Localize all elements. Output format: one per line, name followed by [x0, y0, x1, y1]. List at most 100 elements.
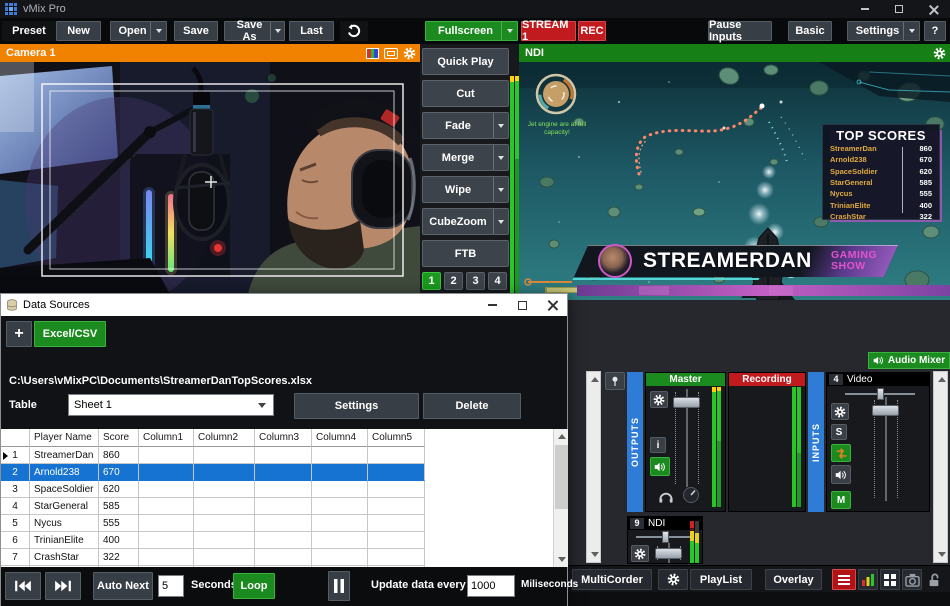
pause-inputs-button[interactable]: Pause Inputs	[708, 21, 772, 41]
input9-pan-slider[interactable]	[636, 531, 692, 543]
audio-mixer-tab[interactable]: Audio Mixer	[868, 352, 950, 369]
grid-cell[interactable]	[312, 464, 368, 481]
grid-cell[interactable]	[312, 515, 368, 532]
grid-row[interactable]: 3 SpaceSoldier 620	[1, 481, 568, 498]
input9-fader[interactable]	[652, 543, 686, 563]
grid-header-cell[interactable]: Column1	[139, 429, 194, 447]
layout-grid-button[interactable]	[880, 569, 900, 590]
grid-cell[interactable]: 620	[99, 481, 139, 498]
grid-cell[interactable]: StarGeneral	[30, 498, 99, 515]
pause-button[interactable]	[328, 571, 350, 601]
open-button[interactable]: Open	[110, 21, 167, 41]
help-button[interactable]: ?	[924, 21, 946, 41]
grid-cell[interactable]: StreamerDan	[30, 447, 99, 464]
cubezoom-dropdown[interactable]	[493, 209, 508, 234]
maximize-button[interactable]	[884, 0, 914, 18]
update-interval-input[interactable]	[467, 575, 515, 597]
input4-gear-button[interactable]	[831, 403, 849, 420]
color-bars-icon[interactable]	[366, 48, 379, 59]
input4-solo-button[interactable]: S	[831, 424, 847, 440]
new-button[interactable]: New	[56, 21, 101, 41]
grid-cell[interactable]	[139, 464, 194, 481]
transition-quickplay-button[interactable]: Quick Play	[422, 48, 509, 75]
close-button[interactable]	[918, 0, 948, 18]
headphones-icon[interactable]	[658, 489, 674, 504]
grid-cell[interactable]	[139, 498, 194, 515]
input4-fader[interactable]	[869, 397, 903, 501]
grid-cell[interactable]: 400	[99, 532, 139, 549]
grid-cell[interactable]	[368, 447, 425, 464]
master-fader-handle[interactable]	[673, 397, 700, 408]
input4-mute-button[interactable]: M	[831, 491, 851, 509]
scroll-up-icon[interactable]	[554, 429, 568, 444]
stream-button[interactable]: STREAM 1	[521, 21, 576, 41]
input9-fader-handle[interactable]	[655, 548, 682, 559]
scroll-up-icon[interactable]	[934, 372, 949, 387]
grid-row[interactable]: 6 TrinianElite 400	[1, 532, 568, 549]
grid-cell[interactable]	[139, 549, 194, 566]
grid-cell[interactable]	[368, 515, 425, 532]
grid-scrollbar[interactable]	[553, 429, 568, 567]
last-button[interactable]: Last	[289, 21, 334, 41]
open-dropdown[interactable]	[150, 22, 166, 40]
row-header-cell[interactable]: 1	[1, 447, 30, 464]
mixer-scrollbar-right[interactable]	[933, 371, 948, 563]
gain-knob[interactable]	[682, 486, 700, 504]
save-as-dropdown[interactable]	[270, 22, 284, 40]
grid-cell[interactable]	[312, 481, 368, 498]
skip-last-button[interactable]	[45, 572, 81, 600]
grid-header-cell[interactable]: Score	[99, 429, 139, 447]
skip-first-button[interactable]	[5, 572, 41, 600]
grid-cell[interactable]	[312, 532, 368, 549]
grid-cell[interactable]: 585	[99, 498, 139, 515]
grid-cell[interactable]	[139, 447, 194, 464]
dialog-close-button[interactable]	[537, 294, 567, 316]
snapshot-button[interactable]	[902, 569, 922, 590]
source-settings-button[interactable]: Settings	[294, 393, 419, 419]
row-header-cell[interactable]: 6	[1, 532, 30, 549]
gear-icon[interactable]	[403, 47, 416, 60]
dialog-minimize-button[interactable]	[477, 294, 507, 316]
row-header-cell[interactable]: 4	[1, 498, 30, 515]
save-button[interactable]: Save	[174, 21, 218, 41]
master-info-button[interactable]: i	[650, 437, 666, 453]
grid-header-cell[interactable]: Column4	[312, 429, 368, 447]
row-header-cell[interactable]: 7	[1, 549, 30, 566]
grid-cell[interactable]	[194, 515, 255, 532]
grid-header-cell[interactable]: Column5	[368, 429, 425, 447]
input4-bus-button[interactable]	[831, 444, 851, 462]
fullscreen-button[interactable]: Fullscreen	[425, 21, 518, 41]
grid-cell[interactable]	[194, 498, 255, 515]
master-gear-button[interactable]	[650, 391, 668, 408]
grid-cell[interactable]	[139, 532, 194, 549]
multicorder-button[interactable]: MultiCorder	[572, 569, 652, 590]
transition-ftb-button[interactable]: FTB	[422, 240, 509, 267]
preview-output[interactable]: NDI	[519, 44, 950, 300]
grid-cell[interactable]	[194, 532, 255, 549]
overlay-3-button[interactable]: 3	[466, 272, 485, 290]
merge-dropdown[interactable]	[493, 145, 508, 170]
mixer-scrollbar-left[interactable]	[586, 371, 601, 563]
grid-cell[interactable]	[368, 532, 425, 549]
pin-button[interactable]	[605, 372, 625, 390]
master-mute-button[interactable]	[650, 457, 670, 476]
grid-row[interactable]: 1 StreamerDan 860	[1, 447, 568, 464]
grid-cell[interactable]	[368, 464, 425, 481]
minimize-button[interactable]	[850, 0, 880, 18]
grid-cell[interactable]	[368, 481, 425, 498]
transition-cut-button[interactable]: Cut	[422, 80, 509, 107]
grid-cell[interactable]	[255, 549, 312, 566]
settings-button[interactable]: Settings	[847, 21, 920, 41]
grid-cell[interactable]	[255, 532, 312, 549]
program-preview[interactable]: Camera 1	[0, 44, 420, 294]
grid-cell[interactable]	[139, 515, 194, 532]
grid-cell[interactable]	[255, 515, 312, 532]
save-as-button[interactable]: Save As	[224, 21, 285, 41]
add-data-source-button[interactable]: +	[6, 321, 32, 347]
grid-cell[interactable]	[194, 447, 255, 464]
grid-cell[interactable]	[368, 498, 425, 515]
grid-cell[interactable]: 322	[99, 549, 139, 566]
grid-header-cell[interactable]: Column2	[194, 429, 255, 447]
settings-dropdown[interactable]	[903, 22, 919, 40]
grid-cell[interactable]	[255, 447, 312, 464]
